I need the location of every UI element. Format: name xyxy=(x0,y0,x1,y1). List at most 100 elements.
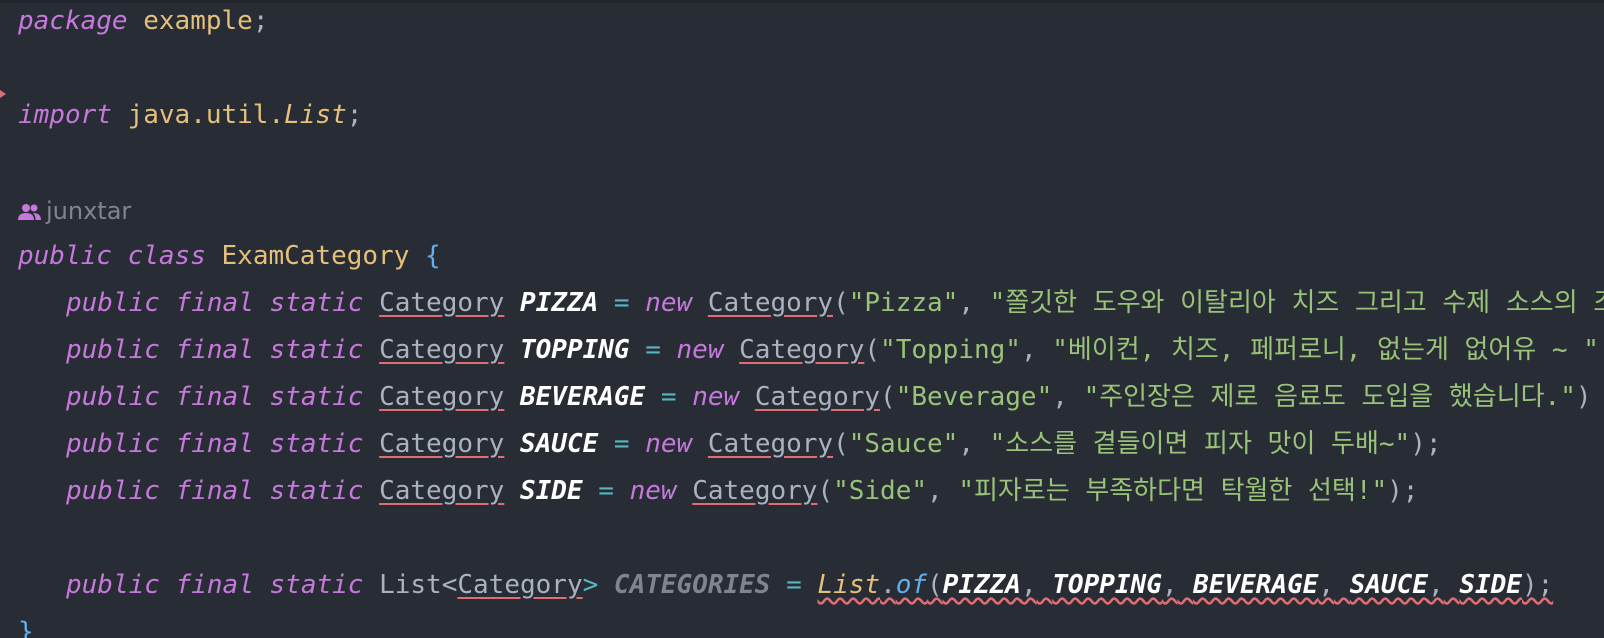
type-name: Category xyxy=(379,429,505,459)
code-line-decl[interactable]: public final static Category BEVERAGE = … xyxy=(18,373,1592,421)
string-literal: "피자로는 부족하다면 탁월한 선택!" xyxy=(958,476,1388,506)
package-name: example xyxy=(143,6,253,36)
keyword: public xyxy=(66,288,160,318)
keyword: static xyxy=(269,429,364,459)
semicolon: ; xyxy=(346,100,363,130)
operator: = xyxy=(786,570,802,600)
class-reference: List xyxy=(817,570,881,600)
string-literal: "주인장은 제로 음료도 도입을 했습니다." xyxy=(1083,382,1576,412)
close-brace: } xyxy=(18,617,34,638)
string-literal: "Sauce" xyxy=(848,429,959,459)
paren: ); xyxy=(1387,476,1419,506)
code-line-decl[interactable]: public final static Category PIZZA = new… xyxy=(18,279,1604,327)
keyword: public xyxy=(66,429,160,459)
string-literal: "쫄깃한 도우와 이탈리아 치즈 그리고 수제 소스의 조 xyxy=(989,288,1604,318)
argument: BEVERAGE xyxy=(1193,570,1319,600)
gutter-change-marker xyxy=(0,90,6,98)
code-line-list[interactable]: public final static List<Category> CATEG… xyxy=(18,561,1553,609)
keyword: public xyxy=(66,570,160,600)
keyword: new xyxy=(629,476,677,506)
keyword: final xyxy=(175,335,254,365)
comma: , xyxy=(927,476,943,506)
type-name: Category xyxy=(379,476,505,506)
keyword: final xyxy=(175,382,254,412)
author-name: junxtar xyxy=(46,197,132,225)
code-line-class[interactable]: public class ExamCategory { xyxy=(18,232,441,280)
type-name: Category xyxy=(379,288,505,318)
keyword: static xyxy=(269,570,364,600)
constant-name: TOPPING xyxy=(519,335,630,365)
code-author-hint[interactable]: junxtar xyxy=(18,193,131,229)
code-line-import[interactable]: import java.util.List; xyxy=(18,91,362,139)
keyword: public xyxy=(66,335,160,365)
code-line-decl[interactable]: public final static Category TOPPING = n… xyxy=(18,326,1599,374)
keyword: final xyxy=(175,429,254,459)
constant-name: PIZZA xyxy=(519,288,599,318)
code-line-package[interactable]: package example; xyxy=(18,0,268,45)
argument: SIDE xyxy=(1459,570,1522,600)
paren: ); xyxy=(1410,429,1442,459)
keyword: new xyxy=(676,335,724,365)
string-literal: "베이컨, 치즈, 페퍼로니, 없는게 없어유 ~ " xyxy=(1052,335,1599,365)
people-icon xyxy=(18,204,41,220)
code-line-closing[interactable]: } xyxy=(18,608,34,638)
paren: ); xyxy=(1521,570,1554,600)
operator: = xyxy=(598,476,614,506)
angle-bracket: > xyxy=(582,570,599,600)
keyword: final xyxy=(175,570,254,600)
constant-name: CATEGORIES xyxy=(613,570,771,600)
type-name: List< xyxy=(379,570,458,600)
string-literal: "Beverage" xyxy=(895,382,1053,412)
string-literal: "소스를 곁들이면 피자 맛이 두배~" xyxy=(989,429,1411,459)
string-literal: "Topping" xyxy=(880,335,1021,365)
type-name: Category xyxy=(379,335,505,365)
keyword: new xyxy=(645,429,693,459)
comma: , xyxy=(1052,382,1068,412)
method-name: of xyxy=(895,570,928,600)
keyword: new xyxy=(645,288,693,318)
code-editor[interactable]: package example; import java.util.List; … xyxy=(0,0,1604,638)
keyword: class xyxy=(127,241,206,271)
constructor-name: Category xyxy=(692,476,818,506)
paren: ( xyxy=(864,335,881,365)
operator: = xyxy=(660,382,677,412)
dot: . xyxy=(880,570,896,600)
open-brace: { xyxy=(425,241,441,271)
string-literal: "Side" xyxy=(833,476,928,506)
argument: PIZZA xyxy=(942,570,1021,600)
operator: = xyxy=(645,335,661,365)
type-name: Category xyxy=(379,382,505,412)
paren: ) xyxy=(1575,382,1592,412)
constructor-name: Category xyxy=(707,429,834,459)
comma: , xyxy=(958,429,974,459)
type-parameter: Category xyxy=(457,570,583,600)
operator: = xyxy=(613,288,630,318)
argument: TOPPING xyxy=(1052,570,1162,600)
keyword: final xyxy=(175,476,254,506)
constructor-name: Category xyxy=(754,382,881,412)
paren: ( xyxy=(880,382,896,412)
comma: , xyxy=(1161,570,1178,600)
paren: ( xyxy=(833,288,849,318)
operator: = xyxy=(613,429,630,459)
keyword: static xyxy=(269,476,364,506)
keyword: static xyxy=(269,288,364,318)
comma: , xyxy=(1318,570,1335,600)
semicolon: ; xyxy=(252,6,269,36)
import-class: List xyxy=(284,100,347,130)
keyword: new xyxy=(692,382,740,412)
comma: , xyxy=(1428,570,1444,600)
keyword: static xyxy=(269,382,364,412)
code-line-decl[interactable]: public final static Category SAUCE = new… xyxy=(18,420,1442,468)
comma: , xyxy=(1020,570,1037,600)
keyword: package xyxy=(18,6,128,36)
code-line-decl[interactable]: public final static Category SIDE = new … xyxy=(18,467,1418,515)
string-literal: "Pizza" xyxy=(848,288,959,318)
constructor-name: Category xyxy=(707,288,834,318)
paren: ( xyxy=(927,570,943,600)
paren: ( xyxy=(833,429,849,459)
class-name: ExamCategory xyxy=(221,241,410,271)
constant-name: SIDE xyxy=(519,476,583,506)
keyword: final xyxy=(175,288,254,318)
comma: , xyxy=(958,288,974,318)
